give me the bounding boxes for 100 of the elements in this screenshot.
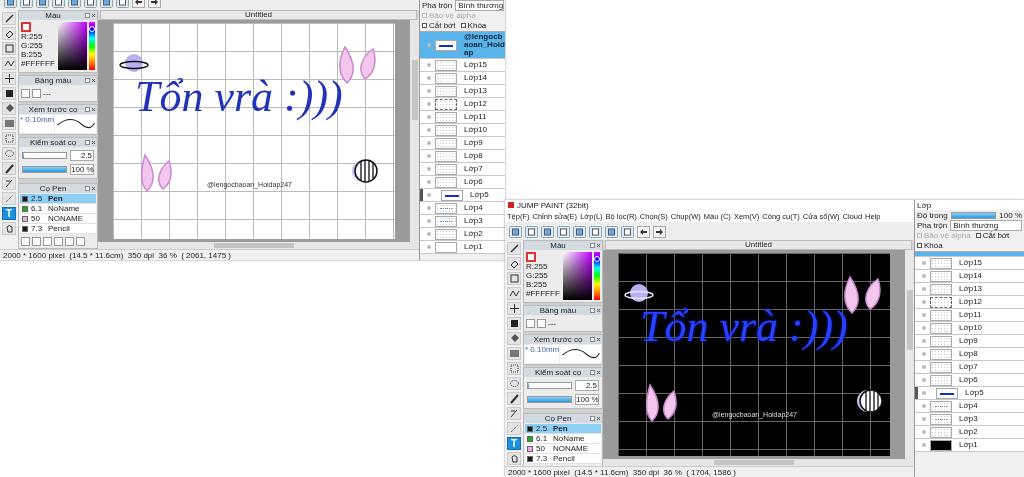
redo-icon[interactable]: [653, 226, 666, 238]
hand-icon[interactable]: [2, 222, 16, 235]
close-icon[interactable]: [596, 370, 601, 375]
color-picker[interactable]: [58, 22, 87, 70]
close-icon[interactable]: [596, 416, 601, 421]
hue-slider[interactable]: [89, 22, 95, 70]
layer-row[interactable]: Lớp5: [420, 189, 505, 202]
horizontal-scrollbar[interactable]: [98, 242, 410, 249]
undo-icon[interactable]: [637, 226, 650, 238]
layer-row[interactable]: Lớp13: [420, 85, 505, 98]
dotted-rectangle-icon[interactable]: [2, 132, 16, 145]
slider[interactable]: [527, 396, 572, 403]
float-icon[interactable]: [590, 370, 595, 375]
layer-row[interactable]: Lớp12: [420, 98, 505, 111]
float-icon[interactable]: [85, 140, 90, 145]
toolbar-icon[interactable]: [525, 226, 538, 238]
brush-item[interactable]: 6.1 NoName: [525, 434, 601, 444]
gradient-icon[interactable]: [507, 347, 521, 360]
brush-item[interactable]: 2.5 Pen: [525, 424, 601, 434]
horizontal-scrollbar[interactable]: [603, 459, 905, 466]
pen-icon[interactable]: [507, 407, 521, 420]
hand-icon[interactable]: [507, 452, 521, 465]
blend-mode-dropdown[interactable]: Bình thường: [950, 219, 1022, 231]
layer-option-checkbox[interactable]: Khóa: [460, 21, 487, 30]
layer-row[interactable]: Lớp8: [420, 150, 505, 163]
layer-row[interactable]: Lớp7: [915, 361, 1024, 374]
float-icon[interactable]: [590, 416, 595, 421]
gradient-icon[interactable]: [2, 117, 16, 130]
eyedropper-icon[interactable]: [507, 392, 521, 405]
layer-row[interactable]: Lớp6: [915, 374, 1024, 387]
float-icon[interactable]: [85, 13, 90, 18]
color-swatch[interactable]: [526, 252, 536, 262]
close-icon[interactable]: [596, 337, 601, 342]
layer-row[interactable]: Lớp11: [420, 111, 505, 124]
toolbar-icon[interactable]: [605, 226, 618, 238]
eraser-icon[interactable]: [507, 257, 521, 270]
vertical-scrollbar[interactable]: [905, 250, 914, 466]
layer-row[interactable]: Lớp3: [915, 413, 1024, 426]
layer-row[interactable]: Lớp12: [915, 296, 1024, 309]
toolbar-icon[interactable]: [621, 226, 634, 238]
float-icon[interactable]: [85, 78, 90, 83]
layer-row[interactable]: Lớp15: [420, 59, 505, 72]
float-icon[interactable]: [590, 337, 595, 342]
slider[interactable]: [22, 152, 67, 159]
float-icon[interactable]: [85, 107, 90, 112]
layer-row[interactable]: Lớp4: [915, 400, 1024, 413]
layer-row[interactable]: Lớp8: [915, 348, 1024, 361]
close-icon[interactable]: [596, 243, 601, 248]
document-tab[interactable]: Untitled: [605, 240, 912, 250]
layer-option-checkbox[interactable]: Cắt bớt: [975, 231, 1010, 240]
layer-row[interactable]: Lớp2: [915, 426, 1024, 439]
layer-row[interactable]: Lớp3: [420, 215, 505, 228]
layer-row[interactable]: Lớp9: [420, 137, 505, 150]
float-icon[interactable]: [590, 308, 595, 313]
layer-row[interactable]: Lớp6: [420, 176, 505, 189]
brush-item[interactable]: 7.3 Pencil: [20, 224, 96, 234]
layer-row[interactable]: Lớp14: [420, 72, 505, 85]
square-icon[interactable]: [2, 87, 16, 100]
layer-row[interactable]: Lớp13: [915, 283, 1024, 296]
select-pen-icon[interactable]: [507, 422, 521, 435]
bucket-icon[interactable]: [507, 332, 521, 345]
layer-row[interactable]: Lớp10: [915, 322, 1024, 335]
brush-item[interactable]: 7.3 Pencil: [525, 454, 601, 464]
layer-row[interactable]: Lớp2: [420, 228, 505, 241]
close-icon[interactable]: [91, 186, 96, 191]
opacity-slider[interactable]: [950, 211, 997, 219]
brush-item[interactable]: 50 NONAME: [525, 444, 601, 454]
brush-item[interactable]: 2.5 Pen: [20, 194, 96, 204]
eyedropper-icon[interactable]: [2, 162, 16, 175]
close-icon[interactable]: [596, 308, 601, 313]
float-icon[interactable]: [85, 186, 90, 191]
layer-row[interactable]: Lớp1: [420, 241, 505, 254]
toolbar-icon[interactable]: [589, 226, 602, 238]
toolbar-icon[interactable]: [541, 226, 554, 238]
polyline-icon[interactable]: [507, 287, 521, 300]
hue-slider[interactable]: [594, 252, 600, 300]
layer-row[interactable]: Lớp9: [915, 335, 1024, 348]
move-icon[interactable]: [507, 302, 521, 315]
layer-row[interactable]: Lớp11: [915, 309, 1024, 322]
layer-row[interactable]: Lớp7: [420, 163, 505, 176]
toolbar-icon[interactable]: [573, 226, 586, 238]
bucket-icon[interactable]: [2, 102, 16, 115]
layer-row[interactable]: Lớp1: [915, 439, 1024, 452]
pen-icon[interactable]: [2, 177, 16, 190]
brush-item[interactable]: 6.1 NoName: [20, 204, 96, 214]
polyline-icon[interactable]: [2, 57, 16, 70]
layer-row[interactable]: Lớp15: [915, 257, 1024, 270]
square-icon[interactable]: [507, 317, 521, 330]
document-tab[interactable]: Untitled: [100, 10, 417, 20]
color-picker[interactable]: [563, 252, 592, 300]
float-icon[interactable]: [590, 243, 595, 248]
move-icon[interactable]: [2, 72, 16, 85]
toolbar-icon[interactable]: [509, 226, 522, 238]
eraser-icon[interactable]: [2, 27, 16, 40]
toolbar-icon[interactable]: [557, 226, 570, 238]
layer-row[interactable]: Lớp4: [420, 202, 505, 215]
close-icon[interactable]: [91, 13, 96, 18]
layer-row[interactable]: Lớp10: [420, 124, 505, 137]
select-pen-icon[interactable]: [2, 192, 16, 205]
layer-option-checkbox[interactable]: Khóa: [917, 241, 943, 250]
